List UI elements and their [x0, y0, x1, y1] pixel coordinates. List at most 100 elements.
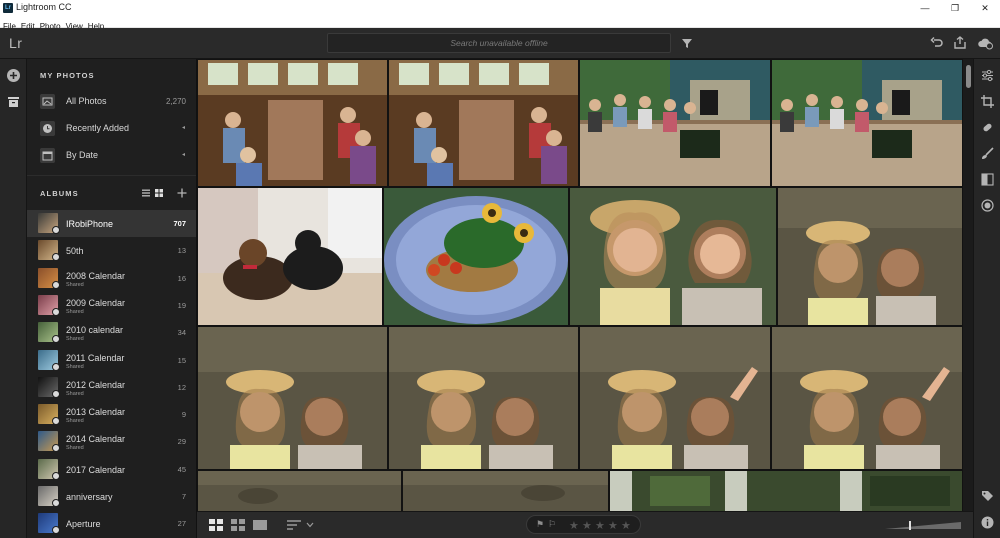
library-icon[interactable]	[6, 94, 21, 109]
maximize-button[interactable]: ❐	[940, 0, 970, 16]
title-bar: Lr Lightroom CC — ❐ ✕	[0, 0, 1000, 16]
pick-flag-icon[interactable]: ⚑	[536, 519, 544, 530]
recently-added-expand-icon[interactable]: ◂	[182, 124, 185, 131]
recently-added-item[interactable]: Recently Added ◂	[27, 115, 196, 142]
undo-icon[interactable]	[929, 35, 945, 51]
album-item[interactable]: Aperture 27	[27, 510, 196, 537]
crop-icon[interactable]	[980, 94, 995, 109]
sync-check-icon	[52, 307, 60, 316]
photo-thumbnail[interactable]	[580, 327, 770, 469]
all-photos-item[interactable]: All Photos 2,270	[27, 88, 196, 115]
sync-check-icon	[52, 417, 60, 426]
info-icon[interactable]	[980, 515, 995, 530]
sort-icon[interactable]	[287, 519, 301, 531]
by-date-item[interactable]: By Date ◂	[27, 142, 196, 169]
star-2-icon[interactable]: ★	[582, 519, 592, 532]
all-photos-label: All Photos	[66, 96, 107, 106]
photo-thumbnail[interactable]	[198, 188, 382, 325]
photo-thumbnail[interactable]	[772, 60, 962, 186]
photo-thumbnail[interactable]	[772, 327, 962, 469]
brush-icon[interactable]	[980, 146, 995, 161]
all-photos-icon	[40, 94, 55, 109]
star-5-icon[interactable]: ★	[621, 519, 631, 532]
album-shared-label: Shared	[66, 390, 84, 397]
reject-flag-icon[interactable]: ⚐	[548, 519, 556, 530]
photo-thumbnail[interactable]	[610, 471, 962, 511]
filter-icon[interactable]	[679, 35, 695, 51]
album-label: 50th	[66, 246, 84, 257]
sync-check-icon	[52, 362, 60, 371]
add-album-icon[interactable]	[176, 187, 188, 199]
album-label: 2017 Calendar	[66, 464, 126, 475]
photo-thumbnail[interactable]	[389, 60, 578, 186]
close-button[interactable]: ✕	[970, 0, 1000, 16]
album-item[interactable]: anniversary 7	[27, 483, 196, 510]
album-label: 2013 Calendar	[66, 407, 126, 418]
detail-view-icon[interactable]	[253, 519, 267, 531]
slider-handle[interactable]	[909, 521, 911, 530]
cloud-sync-icon[interactable]	[977, 35, 993, 51]
square-grid-view-icon[interactable]	[209, 519, 223, 531]
album-count: 15	[177, 355, 186, 365]
album-count: 7	[181, 492, 186, 501]
album-item[interactable]: 2008 Calendar Shared 16	[27, 265, 196, 292]
recently-added-label: Recently Added	[66, 123, 130, 133]
by-date-expand-icon[interactable]: ◂	[182, 151, 185, 158]
star-4-icon[interactable]: ★	[608, 519, 618, 532]
add-photos-icon[interactable]	[6, 68, 21, 83]
album-count: 45	[177, 464, 186, 474]
star-1-icon[interactable]: ★	[569, 519, 579, 532]
photo-thumbnail[interactable]	[198, 60, 387, 186]
by-date-label: By Date	[66, 150, 99, 160]
scrollbar-thumb[interactable]	[966, 65, 971, 88]
album-item[interactable]: IRobiPhone 707	[27, 210, 196, 237]
list-view-icon[interactable]	[141, 188, 151, 198]
album-label: 2008 Calendar	[66, 270, 126, 281]
menu-bar: File Edit Photo View Help	[0, 16, 1000, 31]
linear-gradient-icon[interactable]	[980, 172, 995, 187]
bottom-toolbar: ⚑ ⚐ ★ ★ ★ ★ ★	[197, 511, 973, 538]
album-count: 707	[173, 219, 186, 228]
lr-logo[interactable]: Lr	[9, 35, 22, 51]
photo-thumbnail[interactable]	[580, 60, 770, 186]
album-item[interactable]: 50th 13	[27, 237, 196, 264]
album-shared-label: Shared	[66, 308, 84, 315]
search-input[interactable]: Search unavailable offline	[327, 33, 671, 53]
album-item[interactable]: 2017 Calendar 45	[27, 456, 196, 483]
share-icon[interactable]	[952, 35, 968, 51]
healing-brush-icon[interactable]	[980, 120, 995, 135]
album-item[interactable]: 2011 Calendar Shared 15	[27, 347, 196, 374]
thumbnail-view-icon[interactable]	[154, 188, 164, 198]
radial-gradient-icon[interactable]	[980, 198, 995, 213]
photo-thumbnail[interactable]	[570, 188, 776, 325]
all-photos-count: 2,270	[165, 97, 186, 106]
photo-thumbnail[interactable]	[198, 327, 387, 469]
sync-check-icon	[52, 471, 60, 480]
photo-grid-view-icon[interactable]	[231, 519, 245, 531]
sync-check-icon	[52, 499, 60, 507]
album-item[interactable]: 2014 Calendar Shared 29	[27, 428, 196, 455]
photo-thumbnail[interactable]	[403, 471, 608, 511]
grid-scrollbar[interactable]	[963, 59, 973, 511]
thumbnail-size-slider[interactable]	[885, 521, 961, 530]
album-shared-label: Shared	[66, 281, 84, 288]
star-3-icon[interactable]: ★	[595, 519, 605, 532]
album-item[interactable]: 2009 Calendar Shared 19	[27, 292, 196, 319]
minimize-button[interactable]: —	[910, 0, 940, 16]
album-item[interactable]: 2010 calendar Shared 34	[27, 319, 196, 346]
album-shared-label: Shared	[66, 445, 84, 452]
photo-thumbnail[interactable]	[384, 188, 568, 325]
albums-heading: ALBUMS	[40, 189, 79, 198]
lightroom-app-icon: Lr	[3, 3, 13, 13]
album-label: 2012 Calendar	[66, 379, 126, 390]
photo-thumbnail[interactable]	[198, 471, 401, 511]
tag-icon[interactable]	[980, 489, 995, 504]
divider	[27, 175, 196, 176]
chevron-down-icon[interactable]	[306, 522, 314, 528]
edit-sliders-icon[interactable]	[980, 68, 995, 83]
photo-thumbnail[interactable]	[389, 327, 578, 469]
album-item[interactable]: 2013 Calendar Shared 9	[27, 401, 196, 428]
photo-thumbnail[interactable]	[778, 188, 962, 325]
album-item[interactable]: 2012 Calendar Shared 12	[27, 374, 196, 401]
sync-check-icon	[52, 253, 60, 262]
